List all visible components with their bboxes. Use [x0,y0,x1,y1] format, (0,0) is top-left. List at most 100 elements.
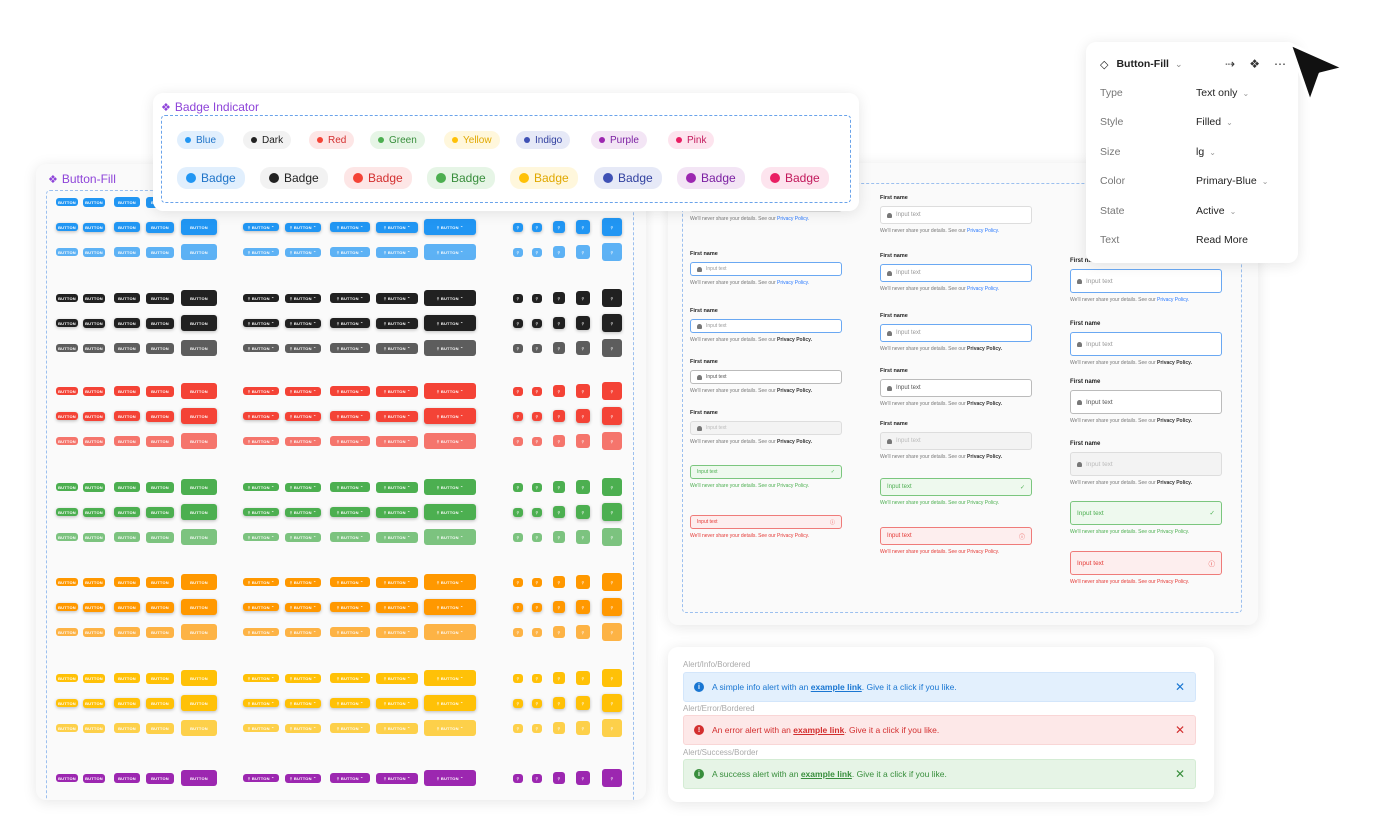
button[interactable]: ⚲ [513,627,523,637]
button[interactable]: ⚲ BUTTON ⌃ [376,435,418,447]
button[interactable]: BUTTON [83,507,105,517]
button[interactable]: ⚲ [553,576,565,588]
button[interactable]: ⚲ [532,247,542,257]
button[interactable]: ⚲ [576,220,590,234]
alert-link[interactable]: example link [811,682,862,692]
button[interactable]: ⚲ [513,507,523,517]
property-value[interactable]: Read More [1196,234,1248,246]
button[interactable]: ⚲ [532,698,542,708]
button[interactable]: ⚲ BUTTON ⌃ [243,223,279,231]
button[interactable]: ⚲ BUTTON ⌃ [285,532,321,542]
button[interactable]: BUTTON [114,673,140,683]
button[interactable]: BUTTON [181,290,217,306]
button[interactable]: BUTTON [56,578,78,586]
text-input[interactable]: Input text [880,379,1032,397]
button[interactable]: ⚲ [513,698,523,708]
badge-indigo[interactable]: Indigo [516,131,571,149]
button[interactable]: BUTTON [83,698,105,708]
button[interactable]: ⚲ BUTTON ⌃ [243,578,279,586]
button[interactable]: ⚲ [513,773,523,783]
text-input[interactable]: Input text [880,264,1032,282]
button[interactable]: BUTTON [146,481,174,493]
button[interactable]: ⚲ BUTTON ⌃ [376,672,418,684]
button[interactable]: ⚲ BUTTON ⌃ [330,627,370,637]
button[interactable]: BUTTON [56,483,78,491]
button[interactable]: BUTTON [83,197,105,207]
alert-error[interactable]: ! An error alert with an example link. G… [683,715,1196,745]
button[interactable]: ⚲ [553,772,565,784]
button[interactable]: ⚲ BUTTON ⌃ [376,697,418,709]
button[interactable]: ⚲ BUTTON ⌃ [330,222,370,232]
property-text[interactable]: Text Read More [1100,234,1286,246]
button[interactable]: BUTTON [114,343,140,353]
button[interactable]: ⚲ [576,245,590,259]
component-variants-icon[interactable]: ❖ [1249,57,1260,71]
button[interactable]: ⚲ [602,669,622,687]
button[interactable]: BUTTON [83,318,105,328]
button[interactable]: ⚲ BUTTON ⌃ [330,411,370,421]
button[interactable]: BUTTON [146,697,174,709]
button[interactable]: BUTTON [56,198,78,206]
button[interactable]: ⚲ [532,386,542,396]
button[interactable]: BUTTON [56,437,78,445]
button[interactable]: ⚲ BUTTON ⌃ [376,722,418,734]
button[interactable]: BUTTON [114,698,140,708]
button[interactable]: BUTTON [56,603,78,611]
button[interactable]: BUTTON [83,386,105,396]
badge-dark[interactable]: Dark [243,131,292,149]
text-input[interactable]: Input text [880,206,1032,224]
button[interactable]: ⚲ BUTTON ⌃ [330,577,370,587]
button[interactable]: ⚲ [602,598,622,616]
button[interactable]: BUTTON [56,248,78,256]
button[interactable]: ⚲ BUTTON ⌃ [330,698,370,708]
button[interactable]: ⚲ BUTTON ⌃ [243,294,279,302]
button[interactable]: ⚲ [513,436,523,446]
button[interactable]: BUTTON [56,412,78,420]
button[interactable]: ⚲ [513,723,523,733]
button[interactable]: ⚲ BUTTON ⌃ [376,601,418,613]
badge-large-purple[interactable]: Badge [677,167,745,189]
button[interactable]: ⚲ BUTTON ⌃ [285,723,321,733]
button[interactable]: ⚲ [553,385,565,397]
button[interactable]: BUTTON [181,219,217,235]
text-input[interactable]: Input text [880,432,1032,450]
button[interactable]: BUTTON [146,292,174,304]
button[interactable]: ⚲ BUTTON ⌃ [330,318,370,328]
button[interactable]: ⚲ [553,531,565,543]
button[interactable]: ⚲ BUTTON ⌃ [243,483,279,491]
button[interactable]: ⚲ BUTTON ⌃ [376,246,418,258]
button[interactable]: ⚲ [576,530,590,544]
button[interactable]: ⚲ [553,481,565,493]
button[interactable]: BUTTON [114,411,140,421]
button[interactable]: BUTTON [83,482,105,492]
button[interactable]: ⚲ BUTTON ⌃ [330,673,370,683]
property-value[interactable]: Filled ⌄ [1196,116,1233,128]
button[interactable]: BUTTON [146,506,174,518]
button[interactable]: BUTTON [146,246,174,258]
alert-link[interactable]: example link [793,725,844,735]
button[interactable]: ⚲ BUTTON ⌃ [243,533,279,541]
button[interactable]: ⚲ BUTTON ⌃ [376,221,418,233]
button[interactable]: ⚲ [576,696,590,710]
button[interactable]: ⚲ [513,318,523,328]
text-input[interactable]: Input text [1070,332,1222,356]
button[interactable]: ⚲ BUTTON ⌃ [243,344,279,352]
button[interactable]: ⚲ [532,411,542,421]
button[interactable]: ⚲ [602,218,622,236]
alert-info[interactable]: i A simple info alert with an example li… [683,672,1196,702]
go-to-main-component-icon[interactable]: ⇢ [1225,57,1235,71]
button[interactable]: ⚲ BUTTON ⌃ [243,699,279,707]
component-name[interactable]: Button-Fill [1116,58,1168,70]
button[interactable]: BUTTON [56,628,78,636]
button[interactable]: BUTTON [114,482,140,492]
badge-large-dark[interactable]: Badge [260,167,328,189]
button[interactable]: BUTTON [56,674,78,682]
button[interactable]: BUTTON [146,672,174,684]
button[interactable]: ⚲ BUTTON ⌃ [330,293,370,303]
button[interactable]: ⚲ [602,432,622,450]
button[interactable]: BUTTON [83,773,105,783]
button[interactable]: BUTTON [146,772,174,784]
badge-pink[interactable]: Pink [668,131,715,149]
button[interactable]: ⚲ BUTTON ⌃ [330,507,370,517]
button[interactable]: ⚲ BUTTON ⌃ [243,508,279,516]
